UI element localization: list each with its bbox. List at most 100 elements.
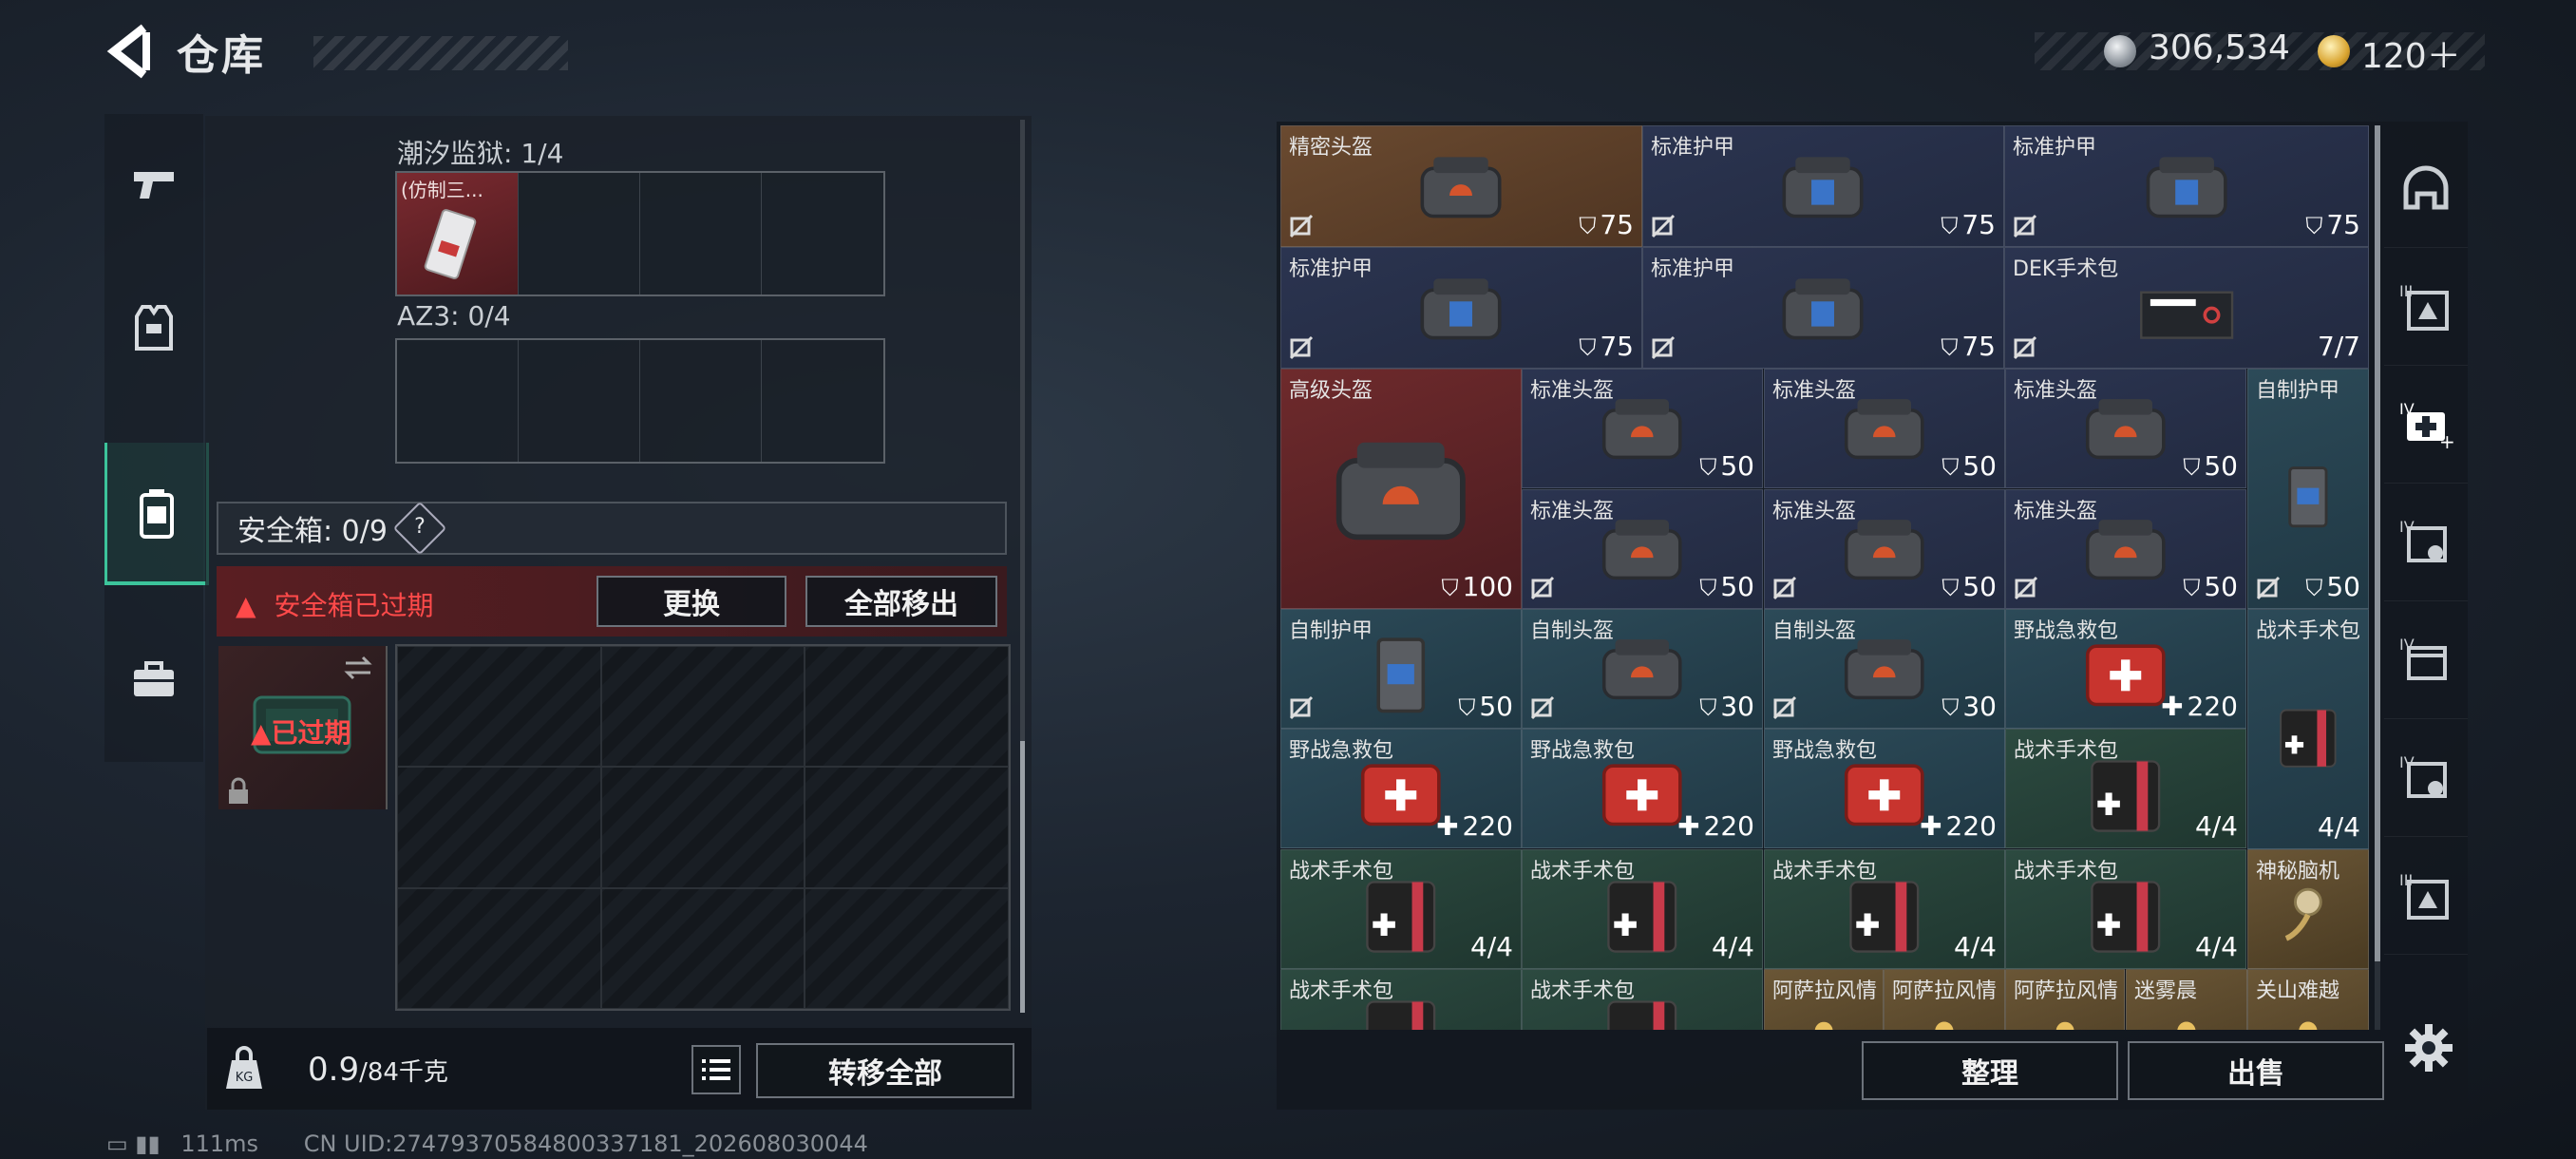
svg-text:IV: IV xyxy=(2399,636,2415,654)
shield-icon: ⛉ xyxy=(2183,575,2201,601)
tab-armor[interactable] xyxy=(104,256,203,399)
item-name: 标准头盔 xyxy=(1530,379,1615,403)
shield-icon: ⛉ xyxy=(1441,575,1459,601)
item-durability: ⛉ 75 xyxy=(1579,331,1634,362)
stash-item[interactable]: 阿萨拉风情 xyxy=(1884,969,2005,1030)
remove-all-button[interactable]: 全部移出 xyxy=(805,576,997,627)
stash-item[interactable]: 战术手术包 4/4 xyxy=(1280,849,1522,969)
tab-weapons[interactable] xyxy=(104,114,203,256)
stash-item[interactable]: 自制头盔 ⛉ 30 xyxy=(1764,609,2005,729)
stash-item[interactable]: 野战急救包 ✚ 220 xyxy=(1280,729,1522,848)
safe-slot[interactable] xyxy=(600,887,805,1009)
shield-icon: ⛉ xyxy=(2305,575,2323,601)
list-view-button[interactable] xyxy=(691,1045,741,1094)
stash-item[interactable]: 野战急救包 ✚ 220 xyxy=(1764,729,2005,848)
gold-coin-icon xyxy=(2318,35,2350,67)
filter-rig-iv[interactable]: IV xyxy=(2384,483,2468,601)
stash-item[interactable]: 精密头盔 ⛉ 75 xyxy=(1280,125,1642,247)
stash-item[interactable]: 高级头盔 ⛉ 100 xyxy=(1280,369,1522,609)
empty-slot[interactable] xyxy=(519,173,640,294)
tide-item-slot[interactable]: (仿制三... xyxy=(397,173,519,294)
filter-pouch-iv[interactable]: IV xyxy=(2384,600,2468,719)
no-insure-icon xyxy=(1651,335,1676,360)
stash-item[interactable]: 自制护甲 ⛉ 50 xyxy=(2247,369,2369,609)
empty-slot[interactable] xyxy=(519,340,640,462)
filter-rig-iv-2[interactable]: IV xyxy=(2384,718,2468,837)
stash-item[interactable]: 阿萨拉风情 xyxy=(1764,969,1884,1030)
stash-item[interactable]: 迷雾晨 xyxy=(2126,969,2247,1030)
replace-button[interactable]: 更换 xyxy=(597,576,786,627)
safe-slot[interactable] xyxy=(805,646,1009,768)
item-durability: ⛉ 75 xyxy=(1941,331,1996,362)
no-insure-icon xyxy=(2256,576,2281,600)
stash-item[interactable]: 自制护甲 ⛉ 50 xyxy=(1280,609,1522,729)
shield-icon: ⛉ xyxy=(1579,213,1597,239)
safe-slot[interactable] xyxy=(397,887,601,1009)
gold-amount[interactable]: 120＋ xyxy=(2361,28,2461,78)
sort-button[interactable]: 整理 xyxy=(1862,1041,2118,1100)
stash-item[interactable]: DEK手术包 7/7 xyxy=(2004,247,2369,369)
left-scrollbar-thumb[interactable] xyxy=(1020,741,1025,1013)
empty-slot[interactable] xyxy=(762,340,883,462)
shield-icon: ⛉ xyxy=(1699,694,1717,721)
right-scrollbar-thumb[interactable] xyxy=(2375,125,2380,961)
list-icon xyxy=(702,1059,730,1080)
stash-item[interactable]: 战术手术包 4/4 xyxy=(2005,729,2246,848)
stash-item[interactable]: 关山难越 xyxy=(2247,969,2369,1030)
tide-prison-label: 潮汐监狱: 1/4 xyxy=(397,138,564,169)
item-name: 阿萨拉风情 xyxy=(2014,979,2119,1003)
stash-item[interactable]: 标准护甲 ⛉ 75 xyxy=(2004,125,2369,247)
help-icon[interactable]: ? xyxy=(392,501,447,556)
stash-item[interactable]: 战术手术包 4/4 xyxy=(1522,849,1763,969)
safe-case-thumbnail[interactable]: ▲已过期 xyxy=(218,646,388,809)
weight-bag-icon: KG xyxy=(226,1046,262,1089)
stash-item[interactable]: 野战急救包 ✚ 220 xyxy=(2005,609,2246,729)
safe-slot[interactable] xyxy=(397,767,601,888)
no-insure-icon xyxy=(1772,576,1797,600)
stash-item[interactable]: 标准头盔 ⛉ 50 xyxy=(2005,369,2246,488)
stash-item[interactable]: 自制头盔 ⛉ 30 xyxy=(1522,609,1763,729)
helmet-icon xyxy=(1336,442,1466,541)
stash-item[interactable]: 标准头盔 ⛉ 50 xyxy=(2005,489,2246,609)
empty-slot[interactable] xyxy=(397,340,519,462)
stash-item[interactable]: 战术手术包 4/4 xyxy=(1764,849,2005,969)
safe-slot[interactable] xyxy=(397,646,601,768)
item-name: 阿萨拉风情 xyxy=(1772,979,1878,1003)
stash-item[interactable]: 战术手术包 xyxy=(1522,969,1763,1030)
empty-slot[interactable] xyxy=(762,173,883,294)
stash-item[interactable]: 标准护甲 ⛉ 75 xyxy=(1642,125,2004,247)
stash-item[interactable]: 战术手术包 xyxy=(1280,969,1522,1030)
item-durability: ⛉ 30 xyxy=(1699,691,1754,722)
stash-item[interactable]: 神秘脑机 xyxy=(2247,849,2369,969)
tab-containers[interactable] xyxy=(104,443,209,585)
stash-item[interactable]: 阿萨拉风情 xyxy=(2005,969,2125,1030)
back-button[interactable] xyxy=(103,23,160,80)
stash-item[interactable]: 战术手术包 4/4 xyxy=(2247,609,2369,849)
settings-button[interactable] xyxy=(2403,1022,2454,1074)
filter-helmet[interactable] xyxy=(2384,129,2468,248)
stash-item[interactable]: 野战急救包 ✚ 220 xyxy=(1522,729,1763,848)
safe-slot[interactable] xyxy=(600,646,805,768)
stash-item[interactable]: 标准头盔 ⛉ 50 xyxy=(1764,369,2005,488)
stash-item[interactable]: 战术手术包 4/4 xyxy=(2005,849,2246,969)
stash-item[interactable]: 标准护甲 ⛉ 75 xyxy=(1642,247,2004,369)
filter-armor-iii-2[interactable]: III xyxy=(2384,836,2468,955)
safe-slot[interactable] xyxy=(805,887,1009,1009)
filter-armor-iii[interactable]: III xyxy=(2384,247,2468,366)
stash-item[interactable]: 标准头盔 ⛉ 50 xyxy=(1522,489,1763,609)
shield-icon: ⛉ xyxy=(1458,694,1476,721)
stash-item[interactable]: 标准护甲 ⛉ 75 xyxy=(1280,247,1642,369)
safe-slot[interactable] xyxy=(805,767,1009,888)
safe-slot[interactable] xyxy=(600,767,805,888)
safe-box-icon xyxy=(140,489,174,539)
title-decoration xyxy=(313,36,568,70)
stash-item[interactable]: 标准头盔 ⛉ 50 xyxy=(1764,489,2005,609)
transfer-all-button[interactable]: 转移全部 xyxy=(756,1043,1014,1098)
filter-medkit-iv[interactable]: IV + xyxy=(2384,365,2468,484)
stash-item[interactable]: 标准头盔 ⛉ 50 xyxy=(1522,369,1763,488)
empty-slot[interactable] xyxy=(640,340,762,462)
tab-briefcase[interactable] xyxy=(104,608,203,750)
empty-slot[interactable] xyxy=(640,173,762,294)
shield-icon: ⛉ xyxy=(1579,334,1597,361)
sell-button[interactable]: 出售 xyxy=(2128,1041,2384,1100)
